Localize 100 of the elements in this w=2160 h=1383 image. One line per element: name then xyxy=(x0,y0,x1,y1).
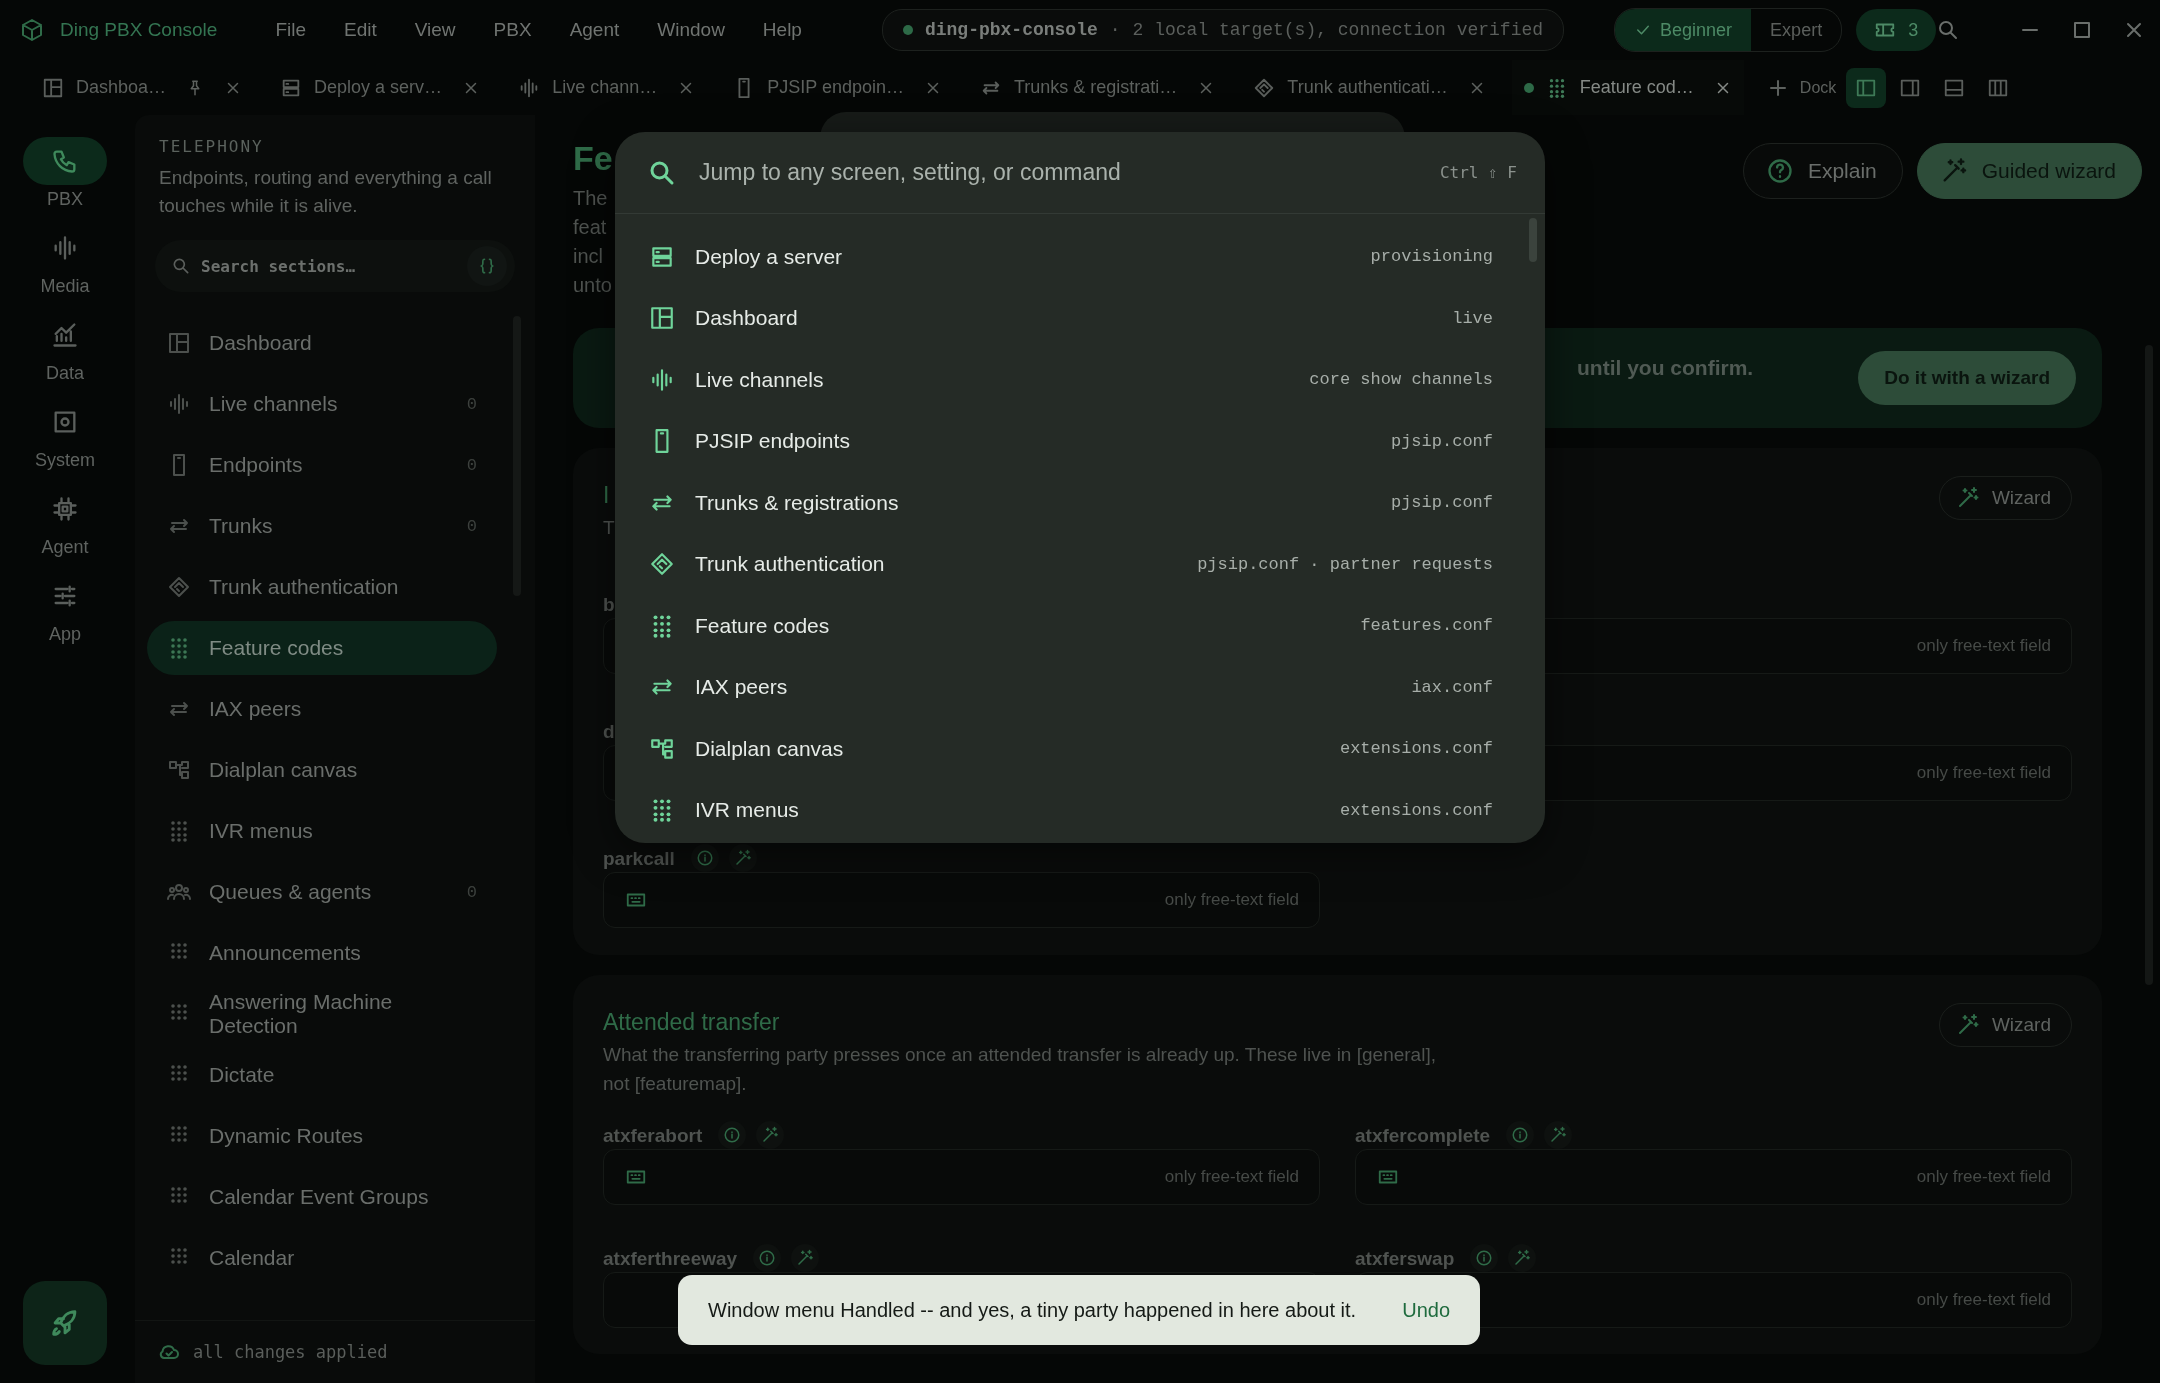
layout-button[interactable] xyxy=(1846,67,1887,108)
field-label: b xyxy=(603,594,615,616)
field-label: atxferthreeway xyxy=(603,1248,738,1270)
command-search-field[interactable]: Jump to any screen, setting, or command xyxy=(697,158,1420,187)
sync-status: all changes applied xyxy=(193,1342,388,1362)
rail-label: App xyxy=(49,624,81,645)
input-field[interactable]: only free-text field xyxy=(1355,1149,2072,1205)
sidebar-item[interactable]: Dialplan canvas xyxy=(147,743,497,797)
rail-label: System xyxy=(35,450,95,471)
sidebar-item[interactable]: Announcements xyxy=(147,926,497,980)
menu-item[interactable]: Edit xyxy=(344,19,377,41)
tab[interactable]: Dashboa… xyxy=(30,60,255,115)
mode-toggle[interactable]: Beginner xyxy=(1615,9,1752,51)
wand-icon[interactable] xyxy=(1549,1126,1568,1144)
rail-label: PBX xyxy=(47,189,83,210)
field-label: d xyxy=(603,721,615,743)
description-text: incl xyxy=(573,244,604,269)
tab[interactable]: Trunk authenticati… xyxy=(1241,60,1498,115)
banner-text: until you confirm. xyxy=(1577,356,1754,380)
command-item[interactable]: Dashboard live xyxy=(649,287,1493,349)
section-description: What the transferring party presses once an attended transfer is already up. These live in [general], xyxy=(603,1043,1436,1067)
launch-button[interactable] xyxy=(23,1281,107,1365)
command-item[interactable]: Deploy a server provisioning xyxy=(649,226,1493,288)
sidebar-item[interactable]: Calendar xyxy=(147,1231,497,1285)
command-item[interactable]: Trunks & registrations pjsip.conf xyxy=(649,472,1493,534)
command-item[interactable]: Live channels core show channels xyxy=(649,349,1493,411)
explain-button[interactable]: Explain xyxy=(1742,143,1903,199)
section-title: I xyxy=(603,482,611,509)
status-dot xyxy=(1523,82,1534,93)
section-title: Attended transfer xyxy=(603,1009,781,1036)
rail-label: Media xyxy=(40,276,90,297)
tab[interactable]: PJSIP endpoin… xyxy=(721,60,954,115)
sidebar-item[interactable]: Dictate xyxy=(147,1048,497,1102)
menu-item[interactable]: File xyxy=(275,19,306,41)
input-field[interactable]: only free-text field xyxy=(603,1149,1320,1205)
toast-message: Window menu Handled -- and yes, a tiny party happened in here about it. xyxy=(708,1298,1357,1322)
menu-item[interactable]: View xyxy=(414,19,456,41)
sidebar-item[interactable]: IVR menus xyxy=(147,804,497,858)
tab[interactable]: Trunks & registrati… xyxy=(967,60,1228,115)
field-label: atxfercomplete xyxy=(1355,1125,1491,1147)
keyboard-shortcut: Ctrl ⇧ F xyxy=(1439,163,1517,182)
section-description: not [featuremap]. xyxy=(603,1072,748,1096)
help-icon xyxy=(1765,157,1794,185)
wand-icon[interactable] xyxy=(733,849,752,867)
command-item[interactable]: Trunk authentication pjsip.conf · partner requests xyxy=(649,533,1493,595)
description-text: unto xyxy=(573,273,613,298)
info-icon[interactable] xyxy=(1475,1249,1494,1267)
flowchart-icon xyxy=(167,758,191,782)
rail-button[interactable] xyxy=(23,137,107,185)
sidebar-item[interactable]: IAX peers xyxy=(147,682,497,736)
section-description: Endpoints, routing and everything a call touches while it is alive. xyxy=(159,166,493,218)
waveform-icon xyxy=(167,392,191,416)
description-text: feat xyxy=(573,215,608,240)
diamond-icon xyxy=(1253,76,1276,99)
app-title: Ding PBX Console xyxy=(60,19,218,41)
sidebar-item[interactable]: Dashboard xyxy=(147,316,497,370)
info-icon[interactable] xyxy=(758,1249,777,1267)
chart-icon xyxy=(51,321,79,349)
menu-item[interactable]: Agent xyxy=(569,19,620,41)
wand-icon[interactable] xyxy=(761,1126,780,1144)
menu-item[interactable]: PBX xyxy=(493,19,532,41)
search-icon xyxy=(171,256,191,276)
rail-label: Data xyxy=(46,363,84,384)
info-icon[interactable] xyxy=(695,849,714,867)
sidebar-item[interactable]: Trunk authentication xyxy=(147,560,497,614)
input-field[interactable]: only free-text field xyxy=(603,872,1320,928)
sidebar-item[interactable]: Feature codes xyxy=(147,621,497,675)
scrollbar-thumb[interactable] xyxy=(1529,218,1537,262)
tickets-button[interactable]: 3 xyxy=(1856,9,1937,51)
tab[interactable]: Deploy a serv… xyxy=(268,60,493,115)
dashboard-icon xyxy=(42,76,64,99)
menu-item[interactable]: Window xyxy=(657,19,725,41)
sidebar-item[interactable]: Dynamic Routes xyxy=(147,1109,497,1163)
dashboard-icon xyxy=(167,331,191,355)
wizard-button[interactable]: Do it with a wizard xyxy=(1858,351,2076,405)
dashboard-icon xyxy=(649,305,675,332)
section-heading: TELEPHONY xyxy=(159,137,265,156)
dock-label: Dock xyxy=(1799,78,1837,97)
search-field[interactable]: Search sections… xyxy=(155,240,515,292)
rail-label: Agent xyxy=(41,537,89,558)
sidebar-item[interactable]: Calendar Event Groups xyxy=(147,1170,497,1224)
undo-button[interactable]: Undo xyxy=(1402,1298,1450,1322)
description-text: The xyxy=(573,186,609,211)
menu-item[interactable]: Help xyxy=(762,19,802,41)
diamond-icon xyxy=(167,575,191,599)
command-item[interactable]: PJSIP endpoints pjsip.conf xyxy=(649,410,1493,472)
field-label: atxferswap xyxy=(1355,1248,1455,1270)
wand-icon[interactable] xyxy=(796,1249,815,1267)
diamond-icon xyxy=(649,551,675,578)
field-label: parkcall xyxy=(603,848,675,870)
field-label: atxferabort xyxy=(603,1125,703,1147)
sidebar-item[interactable]: Answering Machine Detection xyxy=(147,987,497,1041)
mode-toggle[interactable]: Expert xyxy=(1751,9,1842,51)
wizard-button[interactable]: Guided wizard xyxy=(1916,143,2142,199)
cube-icon xyxy=(20,18,44,42)
info-icon[interactable] xyxy=(1511,1126,1530,1144)
wand-icon[interactable] xyxy=(1513,1249,1532,1267)
tab[interactable]: Live chann… xyxy=(506,60,708,115)
connection-status: ding-pbx-console · 2 local target(s), connection verified xyxy=(881,9,1565,51)
info-icon[interactable] xyxy=(723,1126,742,1144)
